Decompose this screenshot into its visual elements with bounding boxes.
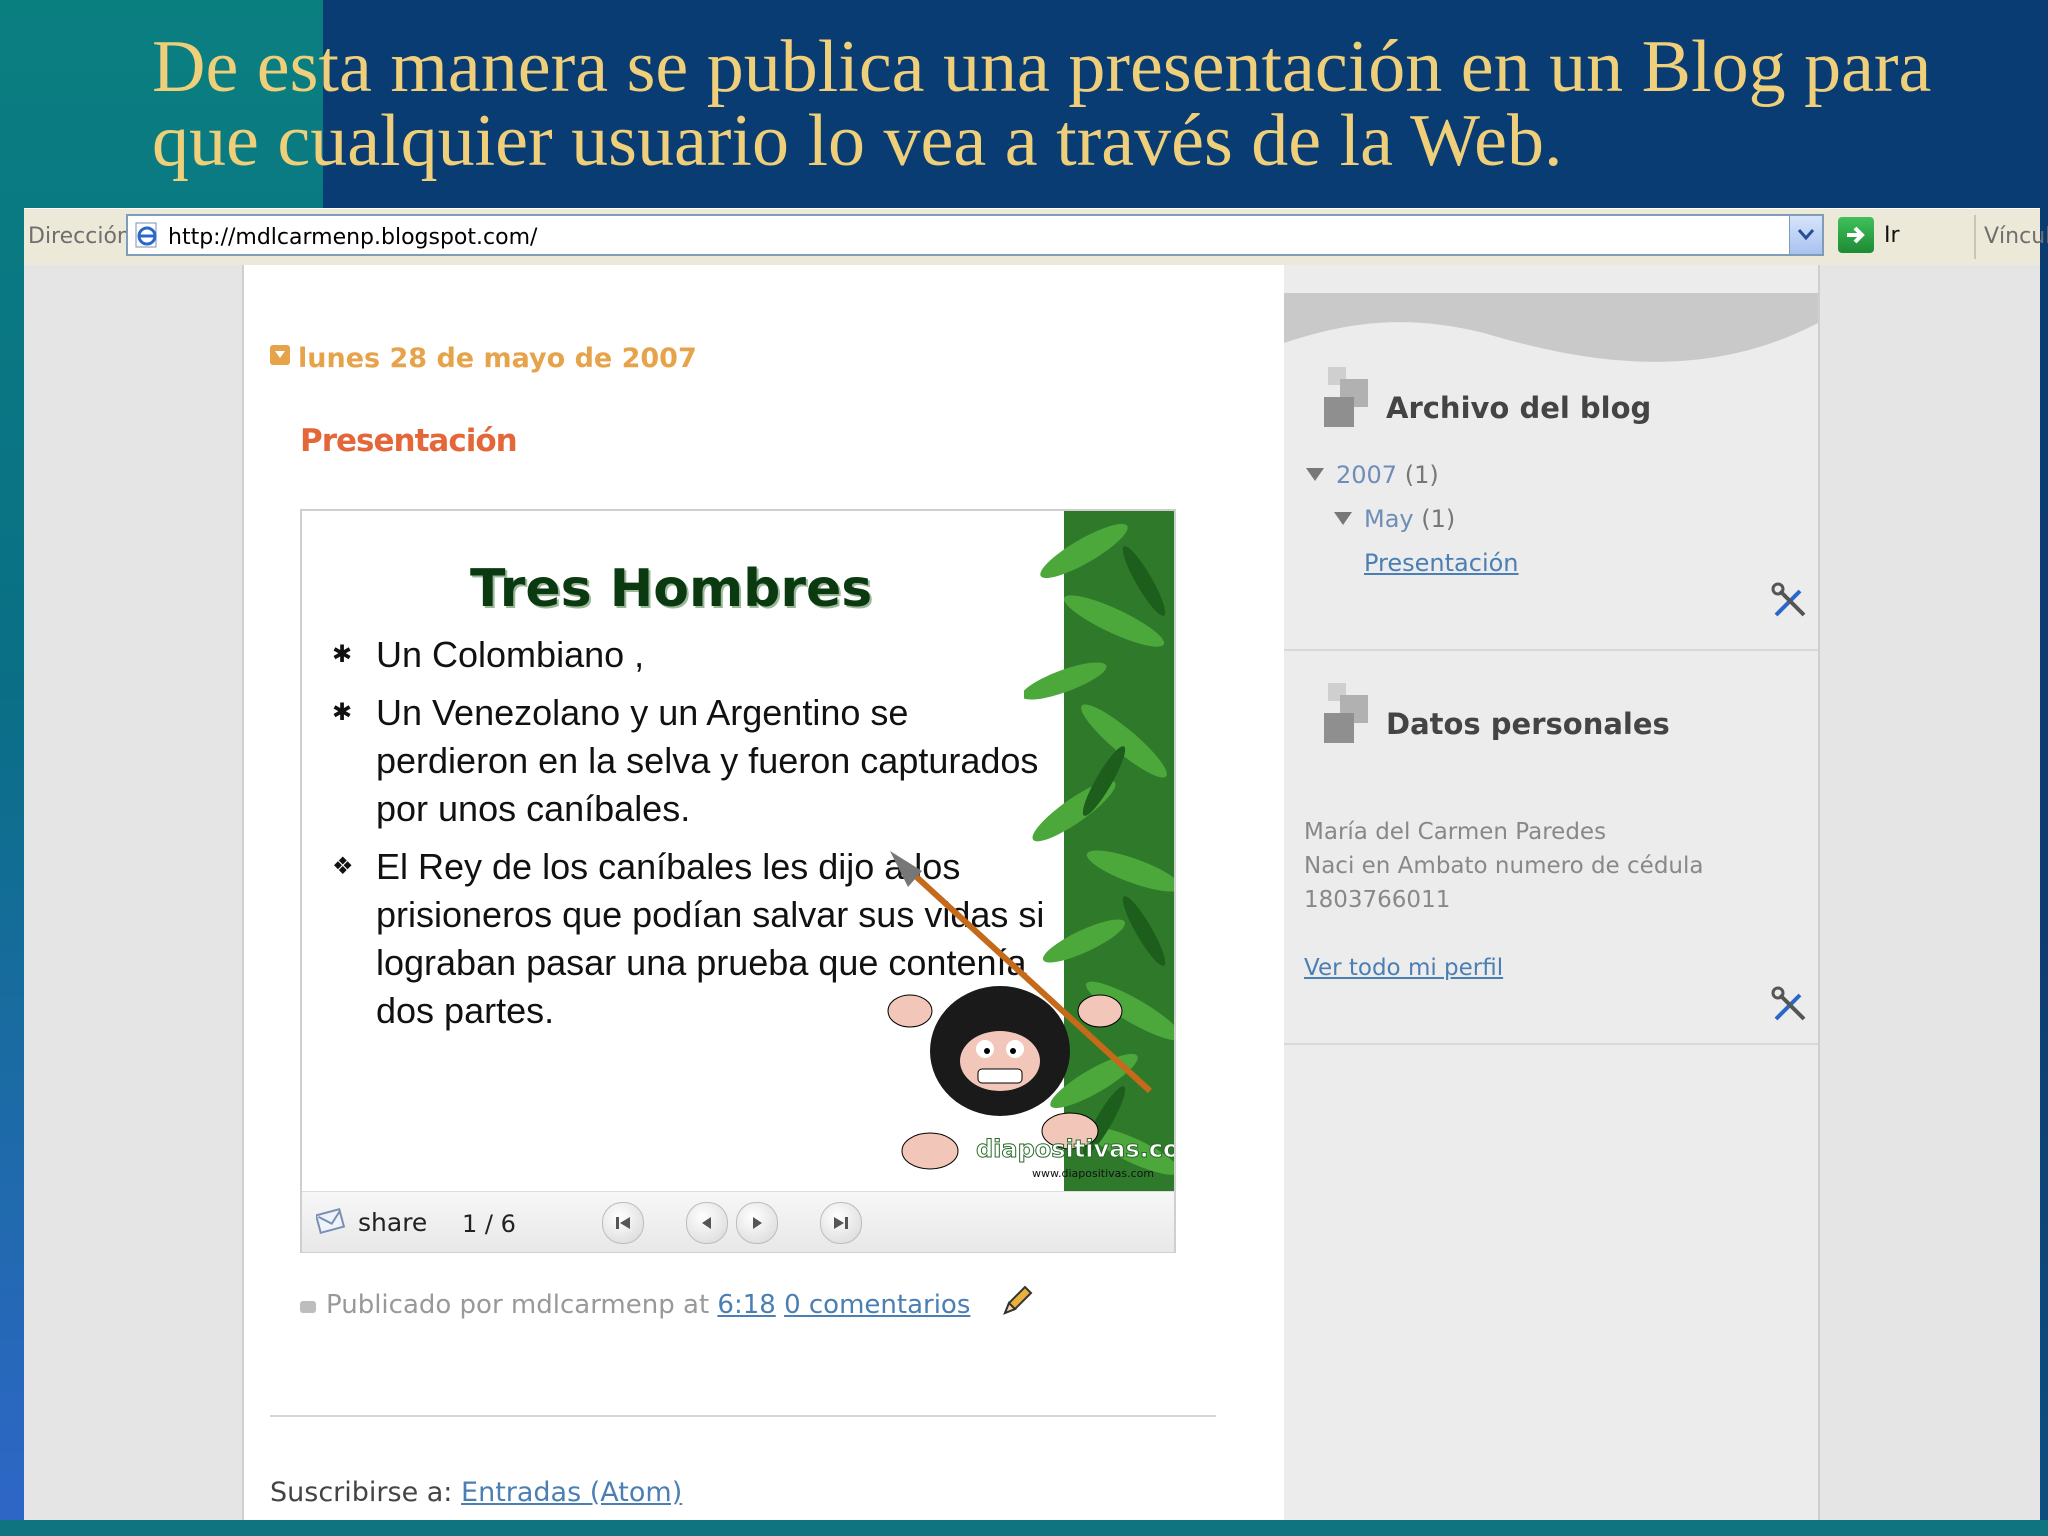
watermark-logo: diapositivas.com: [975, 1135, 1174, 1164]
prev-icon: [702, 1217, 711, 1229]
skip-last-icon: [834, 1217, 848, 1229]
published-by: Publicado por mdlcarmenp at: [326, 1290, 710, 1320]
archive-year-row[interactable]: 2007 (1): [1306, 461, 1439, 489]
next-icon: [753, 1217, 762, 1229]
subscribe-label: Suscribirse a:: [270, 1477, 453, 1508]
bullet-item: ✱ Un Venezolano y un Argentino se perdier…: [332, 689, 1052, 833]
wrench-screwdriver-icon[interactable]: [1770, 985, 1810, 1025]
address-label: Dirección: [28, 224, 131, 249]
subscribe-atom-link[interactable]: Entradas (Atom): [461, 1477, 682, 1508]
archive-month-row[interactable]: May (1): [1334, 505, 1455, 533]
wrench-screwdriver-icon[interactable]: [1770, 581, 1810, 621]
page-indicator: 1 / 6: [462, 1210, 516, 1238]
slide-preview: Tres Hombres ✱ Un Colombiano , ✱ Un Venezo…: [302, 511, 1174, 1191]
share-button[interactable]: share: [358, 1208, 427, 1237]
post-footer: Publicado por mdlcarmenp at 6:18 0 comen…: [300, 1285, 1033, 1320]
expand-triangle-icon[interactable]: [1306, 468, 1324, 481]
sidebar-divider: [1284, 1043, 1818, 1045]
ie-page-icon: [135, 222, 157, 248]
post-time-link[interactable]: 6:18: [717, 1290, 775, 1320]
archive-month-count: (1): [1421, 505, 1456, 533]
watermark-url: www.diapositivas.com: [1032, 1167, 1155, 1180]
chevron-down-icon: [1797, 229, 1815, 241]
blog-main-column: lunes 28 de mayo de 2007 Presentación Tr…: [242, 265, 1286, 1520]
bottom-strip: [0, 1520, 2048, 1536]
prev-slide-button[interactable]: [686, 1202, 728, 1244]
share-envelope-icon[interactable]: [316, 1206, 346, 1236]
sidebar-divider: [1284, 649, 1818, 651]
toolbar-separator: [1974, 215, 1976, 259]
comments-link[interactable]: 0 comentarios: [784, 1290, 970, 1320]
archive-year-count: (1): [1404, 461, 1439, 489]
url-input[interactable]: http://mdlcarmenp.blogspot.com/: [126, 214, 1824, 256]
archive-widget-icon: [1324, 367, 1372, 429]
next-slide-button[interactable]: [736, 1202, 778, 1244]
star-bullet-icon: ✱: [332, 641, 353, 668]
edit-pencil-icon[interactable]: [999, 1285, 1033, 1319]
skip-first-icon: [616, 1217, 630, 1229]
footer-bullet-icon: [300, 1301, 316, 1313]
archive-year: 2007: [1336, 461, 1398, 489]
url-dropdown-button[interactable]: [1789, 216, 1822, 254]
last-slide-button[interactable]: [820, 1202, 862, 1244]
slideshow-controls: share 1 / 6: [302, 1191, 1174, 1252]
star-bullet-icon: ✱: [332, 699, 353, 726]
post-title[interactable]: Presentación: [300, 423, 518, 459]
archive-title: Archivo del blog: [1386, 391, 1652, 425]
url-text: http://mdlcarmenp.blogspot.com/: [168, 225, 538, 250]
slide-title: De esta manera se publica una presentaci…: [152, 26, 1932, 182]
date-arrow-icon: [270, 345, 290, 365]
section-divider: [270, 1415, 1216, 1417]
subscribe-line: Suscribirse a: Entradas (Atom): [270, 1477, 682, 1508]
view-profile-link[interactable]: Ver todo mi perfil: [1304, 955, 1503, 981]
embed-slide-heading: Tres Hombres: [470, 559, 873, 619]
go-label: Ir: [1884, 223, 1900, 248]
browser-viewport: lunes 28 de mayo de 2007 Presentación Tr…: [24, 265, 2040, 1520]
expand-triangle-icon[interactable]: [1334, 512, 1352, 525]
profile-title: Datos personales: [1386, 707, 1670, 741]
profile-line: 1803766011: [1304, 887, 1451, 913]
date-text: lunes 28 de mayo de 2007: [298, 343, 697, 374]
profile-widget-icon: [1324, 683, 1372, 745]
address-bar: Dirección http://mdlcarmenp.blogspot.com…: [24, 208, 2048, 266]
diamond-bullet-icon: ❖: [332, 853, 354, 880]
go-arrow-icon: [1838, 217, 1874, 253]
date-header: lunes 28 de mayo de 2007: [270, 343, 697, 374]
slideshow-embed[interactable]: Tres Hombres ✱ Un Colombiano , ✱ Un Venezo…: [300, 509, 1176, 1253]
archive-post-link[interactable]: Presentación: [1364, 549, 1519, 577]
go-button[interactable]: Ir: [1838, 217, 1948, 257]
blog-sidebar: Archivo del blog 2007 (1) May (1) Presen…: [1284, 265, 1820, 1520]
bullet-item: ✱ Un Colombiano ,: [332, 631, 1052, 679]
first-slide-button[interactable]: [602, 1202, 644, 1244]
profile-name: María del Carmen Paredes: [1304, 819, 1607, 845]
archive-month: May: [1364, 505, 1414, 533]
links-button[interactable]: Vínculos: [1984, 224, 2048, 249]
profile-text: María del Carmen Paredes Naci en Ambato …: [1304, 815, 1703, 917]
profile-line: Naci en Ambato numero de cédula: [1304, 853, 1704, 879]
